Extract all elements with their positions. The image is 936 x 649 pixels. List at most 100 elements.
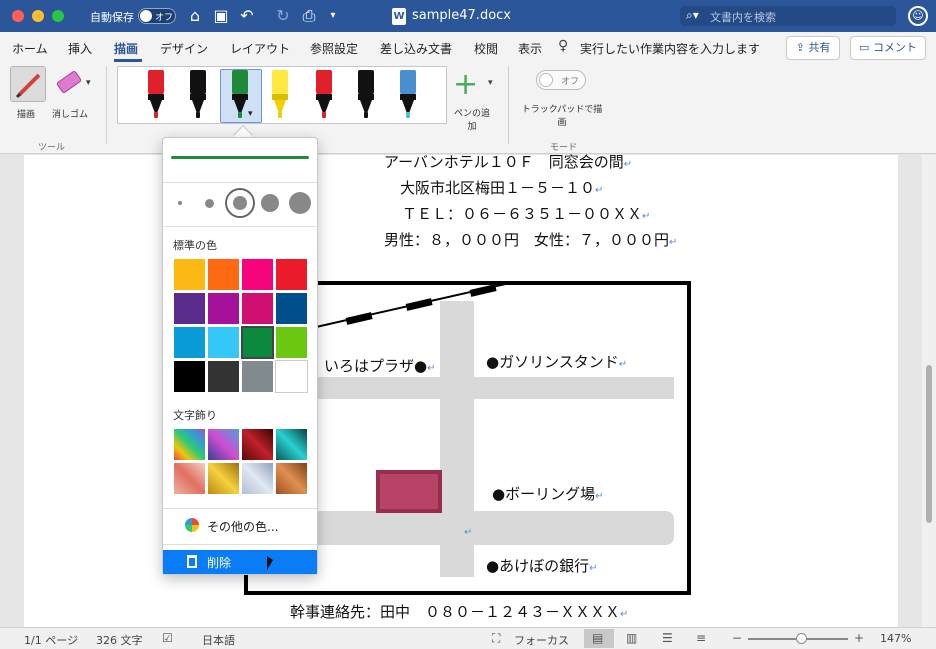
zoom-in-icon[interactable]: + bbox=[854, 631, 864, 645]
color-swatch[interactable] bbox=[275, 326, 308, 359]
scrollbar-thumb[interactable] bbox=[926, 365, 932, 523]
zoom-slider-thumb[interactable] bbox=[796, 633, 807, 644]
autosave-toggle[interactable]: オフ bbox=[138, 8, 176, 24]
trackpad-state: オフ bbox=[561, 77, 580, 87]
zoom-level[interactable]: 147% bbox=[880, 632, 911, 645]
tab-draw[interactable]: 描画 bbox=[114, 40, 138, 57]
thickness-option-2[interactable] bbox=[205, 199, 214, 208]
tell-me-input[interactable]: 実行したい作業内容を入力します bbox=[580, 40, 760, 57]
proofing-icon[interactable]: ☑ bbox=[162, 631, 173, 645]
color-swatch[interactable] bbox=[173, 292, 206, 325]
map-label-bowling: ●ボーリング場↵ bbox=[492, 483, 603, 504]
eraser-dropdown-icon[interactable]: ▾ bbox=[86, 78, 91, 88]
tab-mailings[interactable]: 差し込み文書 bbox=[380, 40, 452, 57]
paragraph-mark-icon: ↵ bbox=[595, 491, 604, 502]
tab-layout[interactable]: レイアウト bbox=[230, 40, 290, 57]
vertical-scrollbar[interactable] bbox=[922, 155, 936, 627]
color-swatch[interactable] bbox=[173, 326, 206, 359]
search-input[interactable]: 文書内を検索 bbox=[710, 9, 776, 25]
save-icon[interactable]: ▣ bbox=[210, 5, 232, 27]
tab-review[interactable]: 校閲 bbox=[474, 40, 498, 57]
color-swatch[interactable] bbox=[207, 292, 240, 325]
highlighter-yellow[interactable] bbox=[270, 70, 290, 122]
pen-red[interactable] bbox=[146, 70, 166, 122]
thickness-option-4[interactable] bbox=[261, 194, 279, 212]
color-swatch[interactable] bbox=[241, 258, 274, 291]
language-status[interactable]: 日本語 bbox=[202, 632, 235, 648]
color-swatch[interactable] bbox=[241, 360, 274, 393]
tab-references[interactable]: 参照設定 bbox=[310, 40, 358, 57]
tab-insert[interactable]: 挿入 bbox=[68, 40, 92, 57]
railway-track-icon bbox=[316, 282, 511, 328]
page-count[interactable]: 1/1 ページ bbox=[24, 632, 78, 648]
thickness-option-3[interactable] bbox=[233, 196, 247, 210]
color-swatch[interactable] bbox=[275, 292, 308, 325]
color-swatch[interactable] bbox=[207, 360, 240, 393]
eraser-tool-button[interactable] bbox=[52, 68, 88, 100]
draw-label: 描画 bbox=[17, 110, 36, 120]
search-box[interactable]: ⌕▾ 文書内を検索 bbox=[680, 6, 896, 26]
pen-green-selected[interactable] bbox=[230, 70, 250, 122]
outline-icon[interactable]: ☰ bbox=[662, 631, 673, 645]
color-swatch[interactable] bbox=[241, 326, 274, 359]
pen-tip-color bbox=[278, 112, 282, 118]
texture-swatch[interactable] bbox=[275, 428, 308, 461]
close-window-button[interactable] bbox=[12, 10, 24, 22]
pen-black[interactable] bbox=[188, 70, 208, 122]
home-icon[interactable]: ⌂ bbox=[184, 5, 206, 27]
add-pen-dropdown-icon[interactable]: ▾ bbox=[488, 78, 493, 88]
tab-design[interactable]: デザイン bbox=[160, 40, 208, 57]
color-swatch[interactable] bbox=[173, 258, 206, 291]
color-swatch[interactable] bbox=[173, 360, 206, 393]
popup-divider bbox=[163, 544, 317, 545]
thickness-option-5[interactable] bbox=[289, 192, 311, 214]
trackpad-draw-toggle[interactable]: オフ bbox=[536, 70, 586, 90]
color-swatch[interactable] bbox=[275, 360, 308, 393]
color-swatch[interactable] bbox=[207, 326, 240, 359]
doc-line-fee-text: 男性：８，０００円 女性：７，０００円 bbox=[384, 231, 670, 249]
texture-swatch[interactable] bbox=[207, 428, 240, 461]
paragraph-mark-icon: ↵ bbox=[623, 159, 633, 170]
pencil-black[interactable] bbox=[356, 70, 376, 122]
pen-options-caret-icon[interactable]: ▾ bbox=[248, 109, 253, 119]
pen-galaxy[interactable] bbox=[398, 70, 418, 122]
delete-pen-item[interactable]: 削除 bbox=[163, 550, 317, 574]
focus-label[interactable]: フォーカス bbox=[514, 632, 569, 648]
thickness-option-1[interactable] bbox=[178, 201, 182, 205]
color-swatch[interactable] bbox=[241, 292, 274, 325]
texture-swatch[interactable] bbox=[173, 428, 206, 461]
texture-swatch[interactable] bbox=[275, 462, 308, 495]
pencil-red[interactable] bbox=[314, 70, 334, 122]
comment-button[interactable]: ▭ コメント bbox=[850, 36, 926, 60]
pen-tip-color bbox=[154, 112, 158, 118]
draw-tool-button[interactable] bbox=[10, 66, 46, 102]
share-button[interactable]: ⇪ 共有 bbox=[786, 36, 840, 60]
undo-icon[interactable]: ↶ bbox=[236, 5, 258, 27]
texture-swatch[interactable] bbox=[207, 462, 240, 495]
print-layout-button[interactable]: ▤ bbox=[584, 629, 614, 648]
feedback-smile-icon[interactable]: ☺ bbox=[908, 6, 928, 26]
pen-body bbox=[316, 70, 332, 94]
pen-gallery: ▾ bbox=[117, 66, 447, 124]
texture-swatch[interactable] bbox=[173, 462, 206, 495]
tab-view[interactable]: 表示 bbox=[518, 40, 542, 57]
texture-swatch[interactable] bbox=[241, 462, 274, 495]
draft-icon[interactable]: ≡ bbox=[696, 631, 706, 645]
web-layout-icon[interactable]: ▥ bbox=[626, 631, 637, 645]
add-pen-plus-icon[interactable]: + bbox=[453, 70, 478, 100]
word-count[interactable]: 326 文字 bbox=[96, 632, 143, 648]
color-swatch[interactable] bbox=[275, 258, 308, 291]
paragraph-mark-icon: ↵ bbox=[642, 211, 651, 222]
maximize-window-button[interactable] bbox=[52, 10, 64, 22]
tab-home[interactable]: ホーム bbox=[12, 40, 48, 57]
print-icon[interactable]: ⎙ bbox=[298, 5, 320, 27]
more-colors-item[interactable]: その他の色... bbox=[163, 510, 317, 540]
minimize-window-button[interactable] bbox=[32, 10, 44, 22]
map-label-bank: ●あけぼの銀行↵ bbox=[486, 555, 597, 576]
color-swatch[interactable] bbox=[207, 258, 240, 291]
customize-toolbar-icon[interactable]: ▾ bbox=[322, 5, 344, 27]
texture-swatch[interactable] bbox=[241, 428, 274, 461]
focus-icon[interactable]: ⛶ bbox=[492, 631, 500, 646]
redo-icon[interactable]: ↻ bbox=[272, 5, 294, 27]
zoom-out-icon[interactable]: − bbox=[732, 631, 742, 645]
